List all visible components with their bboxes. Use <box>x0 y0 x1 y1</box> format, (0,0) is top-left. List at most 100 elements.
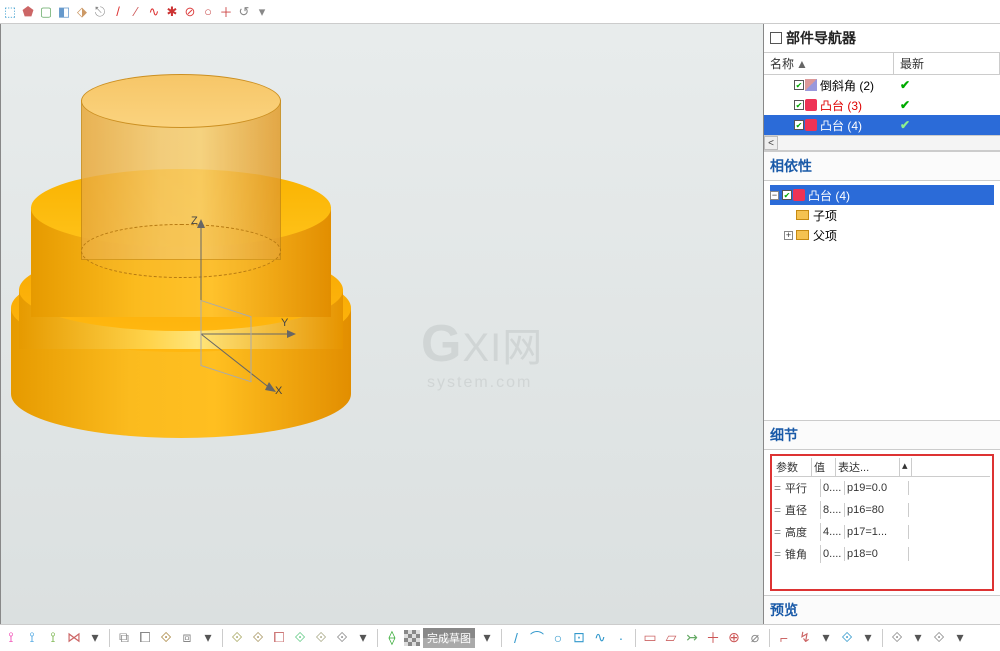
fillet-icon[interactable]: ⌐ <box>775 629 793 647</box>
boss-icon <box>805 119 817 131</box>
detail-row[interactable]: =锥角0....p18=0 <box>774 543 990 565</box>
panel-title-bar: 部件导航器 <box>764 24 1000 53</box>
toolbar-icon[interactable]: ⬟ <box>20 4 36 20</box>
bottom-toolbar: ⟟ ⟟ ⟟ ⋈ ▾ ⧉ ⧠ ⟐ ⧈ ▾ ⟐ ⟐ ⧠ ⟐ ⟐ ⟐ ▾ ⟠ 完成草图… <box>0 624 1000 650</box>
dropdown-icon[interactable]: ▾ <box>817 629 835 647</box>
dropdown-icon[interactable]: ▾ <box>354 629 372 647</box>
toolbar-icon[interactable]: ⟟ <box>23 629 41 647</box>
col-name[interactable]: 名称▲ <box>764 53 894 74</box>
checkbox-icon[interactable]: ✔ <box>794 120 804 130</box>
dropdown-icon[interactable]: ▾ <box>199 629 217 647</box>
checker-icon[interactable] <box>404 630 420 646</box>
toolbar-icon[interactable]: ⊘ <box>182 4 198 20</box>
toolbar-icon[interactable]: ⋈ <box>65 629 83 647</box>
toolbar-icon[interactable]: ＋ <box>218 4 234 20</box>
toolbar-icon[interactable]: ⟐ <box>838 629 856 647</box>
dependency-section-title: 相依性 <box>764 151 1000 181</box>
point-icon[interactable]: · <box>612 629 630 647</box>
folder-icon <box>796 210 809 220</box>
svg-text:Y: Y <box>281 317 289 329</box>
toolbar-icon[interactable]: ⧠ <box>270 629 288 647</box>
detail-row[interactable]: =平行0....p19=0.0 <box>774 477 990 499</box>
toolbar-icon[interactable]: ∿ <box>146 4 162 20</box>
col-param[interactable]: 参数 <box>774 458 812 476</box>
toolbar-icon[interactable]: / <box>110 4 126 20</box>
toolbar-icon[interactable]: ⁄ <box>128 4 144 20</box>
toolbar-icon[interactable]: ⟐ <box>888 629 906 647</box>
dropdown-icon[interactable]: ▾ <box>951 629 969 647</box>
collapse-icon[interactable]: − <box>770 191 779 200</box>
sort-desc-icon[interactable]: ▴ <box>900 458 912 476</box>
toolbar-icon[interactable]: ⟐ <box>312 629 330 647</box>
col-expr[interactable]: 表达... <box>836 458 900 476</box>
toolbar-icon[interactable]: ⧉ <box>115 629 133 647</box>
dep-children[interactable]: 子项 <box>770 205 994 225</box>
svg-text:Z: Z <box>191 215 198 227</box>
toolbar-icon[interactable]: ✱ <box>164 4 180 20</box>
nav-grid-header: 名称▲ 最新 <box>764 53 1000 75</box>
dep-parent[interactable]: + 父项 <box>770 225 994 245</box>
col-value[interactable]: 值 <box>812 458 836 476</box>
toolbar-icon[interactable]: ◧ <box>56 4 72 20</box>
model-3d <box>11 74 351 464</box>
checkbox-icon[interactable]: ✔ <box>794 100 804 110</box>
spline-icon[interactable]: ∿ <box>591 629 609 647</box>
toolbar-icon[interactable]: ⬗ <box>74 4 90 20</box>
toolbar-icon[interactable]: ▢ <box>38 4 54 20</box>
toolbar-icon[interactable]: ⟟ <box>44 629 62 647</box>
toolbar-icon[interactable]: ⟐ <box>291 629 309 647</box>
detail-section-title: 细节 <box>764 420 1000 450</box>
toolbar-icon[interactable]: ○ <box>200 4 216 20</box>
detail-row[interactable]: =高度4....p17=1... <box>774 521 990 543</box>
arc-icon[interactable]: ⌒ <box>528 629 546 647</box>
svg-text:X: X <box>275 385 283 397</box>
toolbar-icon[interactable]: ⧠ <box>136 629 154 647</box>
dropdown-icon[interactable]: ▾ <box>909 629 927 647</box>
scroll-left-icon[interactable]: < <box>764 136 778 150</box>
toolbar-icon[interactable]: ⟐ <box>930 629 948 647</box>
toolbar-icon[interactable]: ⊡ <box>570 629 588 647</box>
toolbar-icon[interactable]: ⊕ <box>725 629 743 647</box>
toolbar-icon[interactable]: ↺ <box>236 4 252 20</box>
panel-title: 部件导航器 <box>786 28 856 48</box>
toolbar-icon[interactable]: ⟐ <box>228 629 246 647</box>
toolbar-icon[interactable]: ▱ <box>662 629 680 647</box>
toolbar-icon[interactable]: ⟟ <box>2 629 20 647</box>
dropdown-icon[interactable]: ▾ <box>86 629 104 647</box>
panel-icon <box>770 32 782 44</box>
axis-gizmo: Z Y X <box>181 214 321 434</box>
dep-root[interactable]: − ✔ 凸台 (4) <box>770 185 994 205</box>
toolbar-icon[interactable]: ⬚ <box>2 4 18 20</box>
toolbar-icon[interactable]: ⧈ <box>178 629 196 647</box>
col-latest[interactable]: 最新 <box>894 53 1000 74</box>
feature-row-boss-4[interactable]: ✔凸台 (4) ✔ <box>764 115 1000 135</box>
toolbar-icon[interactable]: ⟐ <box>333 629 351 647</box>
finish-sketch-button[interactable]: 完成草图 <box>423 628 475 648</box>
viewport-3d[interactable]: Z Y X GXI网 system.com <box>0 24 764 624</box>
toolbar-icon[interactable]: ⟠ <box>383 629 401 647</box>
trim-icon[interactable]: ↯ <box>796 629 814 647</box>
expand-icon[interactable]: + <box>784 231 793 240</box>
feature-row-chamfer[interactable]: ✔倒斜角 (2) ✔ <box>764 75 1000 95</box>
feature-row-boss-3[interactable]: ✔凸台 (3) ✔ <box>764 95 1000 115</box>
line-icon[interactable]: / <box>507 629 525 647</box>
toolbar-icon[interactable]: ⎋ <box>92 4 108 20</box>
detail-row[interactable]: =直径8....p16=80 <box>774 499 990 521</box>
dependency-tree: − ✔ 凸台 (4) 子项 + 父项 <box>764 181 1000 420</box>
toolbar-icon[interactable]: ⟐ <box>157 629 175 647</box>
dropdown-icon[interactable]: ▾ <box>859 629 877 647</box>
toolbar-icon[interactable]: ⌀ <box>746 629 764 647</box>
toolbar-icon[interactable]: ▾ <box>254 4 270 20</box>
plus-icon[interactable]: ＋ <box>704 629 722 647</box>
detail-highlight-box: 参数 值 表达... ▴ =平行0....p19=0.0 =直径8....p16… <box>770 454 994 591</box>
boss-icon <box>793 189 805 201</box>
rect-icon[interactable]: ▭ <box>641 629 659 647</box>
boss-icon <box>805 99 817 111</box>
preview-section-title: 预览 <box>764 595 1000 624</box>
checkbox-icon[interactable]: ✔ <box>782 190 792 200</box>
circle-icon[interactable]: ○ <box>549 629 567 647</box>
toolbar-icon[interactable]: ↣ <box>683 629 701 647</box>
checkbox-icon[interactable]: ✔ <box>794 80 804 90</box>
toolbar-icon[interactable]: ⟐ <box>249 629 267 647</box>
dropdown-icon[interactable]: ▾ <box>478 629 496 647</box>
